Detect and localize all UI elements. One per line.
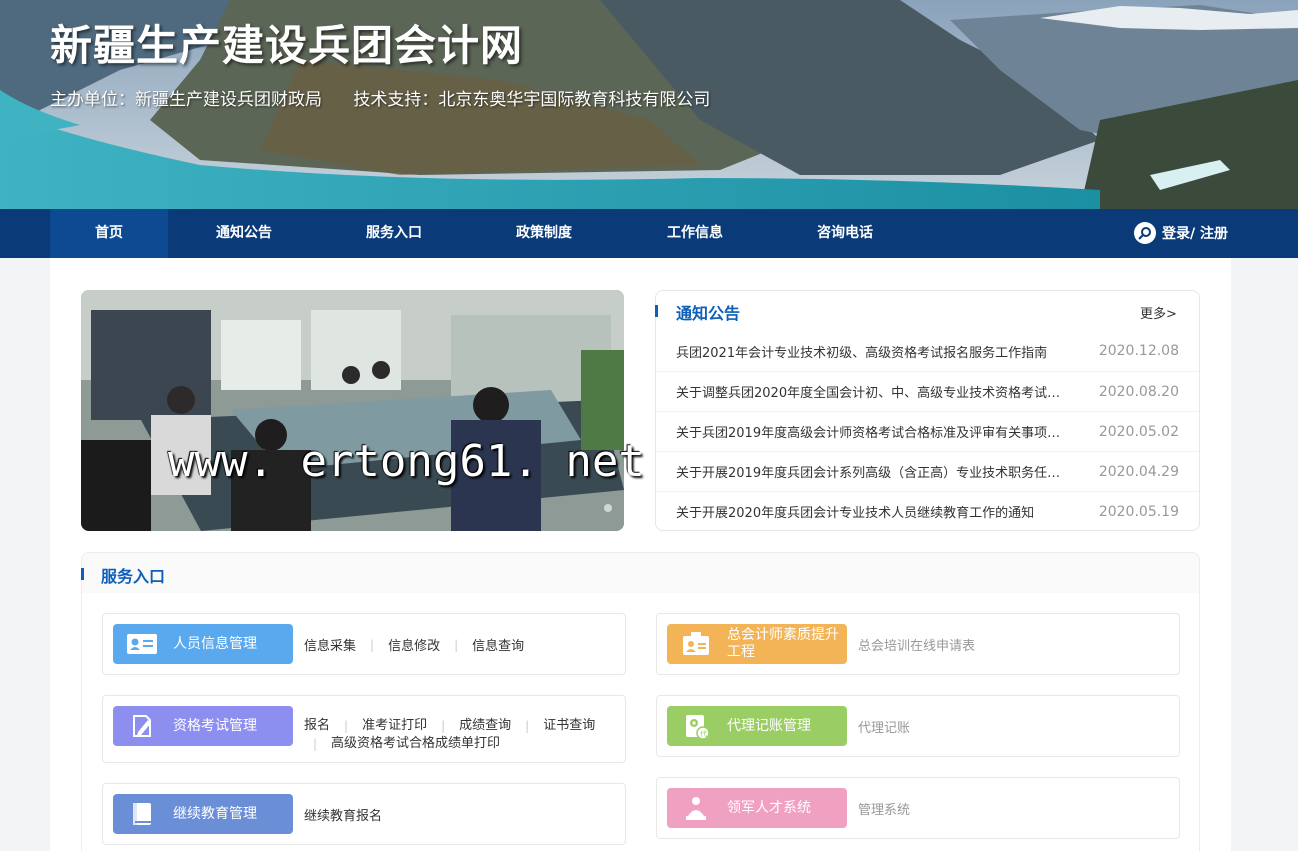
notice-item-title: 关于调整兵团2020年度全国会计初、中、高级专业技术资格考试… [676,386,1061,401]
chief-accountant-label: 总会计师素质提升工程 [727,627,839,660]
nav-services[interactable]: 服务入口 [320,209,468,258]
notice-item[interactable]: 关于开展2019年度兵团会计系列高级（含正高）专业技术职务任… 2020.04.… [656,451,1199,491]
link-senior-score-print[interactable]: 高级资格考试合格成绩单打印 [331,735,500,753]
section-marker [81,568,84,580]
talent-links: 管理系统 [858,799,910,818]
notice-item-title: 关于开展2020年度兵团会计专业技术人员继续教育工作的通知 [676,506,1035,521]
carousel-dot[interactable] [604,504,612,512]
notice-item-title: 兵团2021年会计专业技术初级、高级资格考试报名服务工作指南 [676,345,1048,361]
notice-item-date: 2020.05.19 [1098,503,1179,520]
service-card-talent: 领军人才系统 管理系统 [656,777,1180,839]
personnel-links: 信息采集 | 信息修改 | 信息查询 [304,635,524,655]
education-button[interactable]: 继续教育管理 [113,794,293,834]
nav-hotline[interactable]: 咨询电话 [770,209,920,258]
education-links: 继续教育报名 [304,805,382,824]
meeting-photo [81,290,624,531]
bookkeeping-label: 代理记账管理 [727,717,811,734]
notice-item-date: 2020.12.08 [1098,343,1179,359]
notice-item[interactable]: 关于调整兵团2020年度全国会计初、中、高级专业技术资格考试… 2020.08.… [656,371,1199,411]
tech-support: 技术支持：北京东奥华宇国际教育科技有限公司 [353,90,711,110]
talent-system-label: 领军人才系统 [727,799,811,816]
link-admission-print[interactable]: 准考证打印 [362,717,427,735]
notice-item[interactable]: 关于兵团2019年度高级会计师资格考试合格标准及评审有关事项… 2020.05.… [656,411,1199,451]
service-card-chief-accountant: 总会计师素质提升工程 总会培训在线申请表 [656,613,1180,675]
link-exam-register[interactable]: 报名 [304,717,330,735]
education-label: 继续教育管理 [173,805,257,822]
notice-item[interactable]: 关于开展2020年度兵团会计专业技术人员继续教育工作的通知 2020.05.19 [656,491,1199,531]
notice-item-title: 关于开展2019年度兵团会计系列高级（含正高）专业技术职务任… [676,466,1061,481]
bookkeeping-links: 代理记账 [858,717,910,736]
nav-policies[interactable]: 政策制度 [468,209,620,258]
link-info-collect[interactable]: 信息采集 [304,635,356,654]
login-register-link[interactable]: 登录/ 注册 [1134,218,1228,248]
service-card-bookkeeping: 代 代理记账管理 代理记账 [656,695,1180,757]
nav-home[interactable]: 首页 [50,209,168,258]
notice-item-title: 关于兵团2019年度高级会计师资格考试合格标准及评审有关事项… [676,426,1061,441]
nav-work-info[interactable]: 工作信息 [620,209,770,258]
service-section: 服务入口 人员信息管理 信息采集 | 信息修改 | 信息查询 总会计师素质提升工… [81,552,1200,851]
notice-list: 兵团2021年会计专业技术初级、高级资格考试报名服务工作指南 2020.12.0… [656,331,1199,531]
section-marker [655,305,658,317]
gear-doc-icon: 代 [679,712,713,740]
main-nav: 首页 通知公告 服务入口 政策制度 工作信息 咨询电话 [0,209,1298,258]
book-icon [125,800,159,828]
notice-title: 通知公告 [676,304,741,323]
badge-icon [679,630,713,658]
user-search-icon [1134,222,1156,244]
news-carousel[interactable] [81,290,624,531]
service-card-exam: 资格考试管理 报名 | 准考证打印 | 成绩查询 | 证书查询 | 高级资格考试… [102,695,626,763]
link-info-query[interactable]: 信息查询 [472,635,524,654]
link-certificate-query[interactable]: 证书查询 [543,717,595,735]
link-info-modify[interactable]: 信息修改 [388,635,440,654]
link-score-query[interactable]: 成绩查询 [459,717,511,735]
id-card-icon [125,630,159,658]
personnel-info-label: 人员信息管理 [173,635,257,652]
host-org: 主办单位：新疆生产建设兵团财政局 [50,90,322,110]
service-title: 服务入口 [101,567,166,586]
exam-management-button[interactable]: 资格考试管理 [113,706,293,746]
service-header: 服务入口 [81,553,1199,593]
chief-accountant-button[interactable]: 总会计师素质提升工程 [667,624,847,664]
notice-more-link[interactable]: 更多> [1140,303,1177,322]
link-management-system[interactable]: 管理系统 [858,799,910,818]
svg-text:代: 代 [700,729,707,738]
chief-accountant-links: 总会培训在线申请表 [858,635,975,654]
exam-links: 报名 | 准考证打印 | 成绩查询 | 证书查询 | 高级资格考试合格成绩单打印 [304,717,596,753]
person-icon [679,794,713,822]
login-label: 登录/ 注册 [1162,226,1228,242]
link-bookkeeping[interactable]: 代理记账 [858,717,910,736]
notice-header: 通知公告 更多> [655,291,1199,331]
link-education-register[interactable]: 继续教育报名 [304,805,382,824]
notice-item-date: 2020.04.29 [1098,463,1179,480]
notice-panel: 通知公告 更多> 兵团2021年会计专业技术初级、高级资格考试报名服务工作指南 … [655,290,1200,531]
personnel-info-button[interactable]: 人员信息管理 [113,624,293,664]
exam-management-label: 资格考试管理 [173,717,257,734]
header-banner: 新疆生产建设兵团会计网 主办单位：新疆生产建设兵团财政局 技术支持：北京东奥华宇… [0,0,1298,209]
service-card-education: 继续教育管理 继续教育报名 [102,783,626,845]
watermark-text: www. ertong61. net [168,436,645,487]
notice-item[interactable]: 兵团2021年会计专业技术初级、高级资格考试报名服务工作指南 2020.12.0… [656,331,1199,371]
pen-icon [125,712,159,740]
bookkeeping-button[interactable]: 代 代理记账管理 [667,706,847,746]
site-subtitle: 主办单位：新疆生产建设兵团财政局 技术支持：北京东奥华宇国际教育科技有限公司 [50,85,736,110]
nav-notices[interactable]: 通知公告 [168,209,320,258]
link-training-apply[interactable]: 总会培训在线申请表 [858,635,975,654]
notice-item-date: 2020.05.02 [1098,423,1179,440]
talent-system-button[interactable]: 领军人才系统 [667,788,847,828]
service-card-personnel: 人员信息管理 信息采集 | 信息修改 | 信息查询 [102,613,626,675]
notice-item-date: 2020.08.20 [1098,383,1179,400]
site-title: 新疆生产建设兵团会计网 [50,21,524,70]
